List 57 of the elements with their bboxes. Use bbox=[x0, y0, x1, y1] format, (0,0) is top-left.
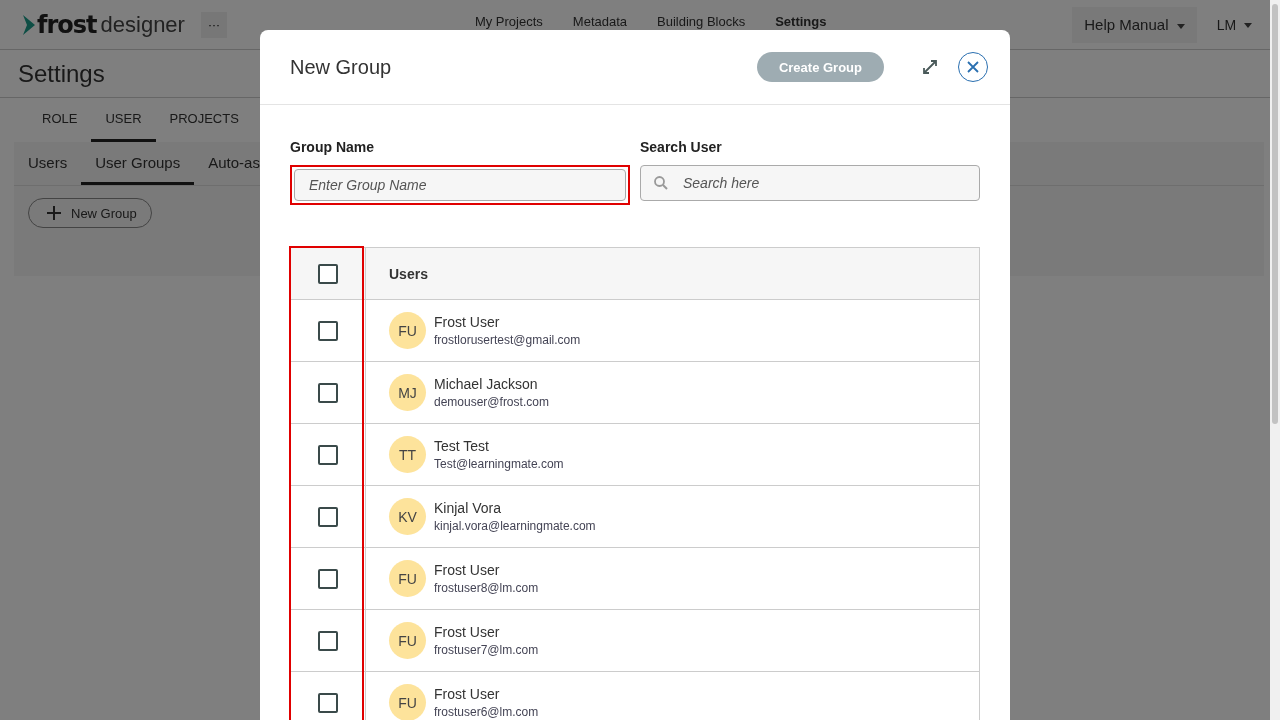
group-name-field[interactable]: Enter Group Name bbox=[294, 169, 626, 201]
avatar: MJ bbox=[389, 374, 426, 411]
user-menu-button[interactable]: LM bbox=[1210, 15, 1258, 34]
scrollbar[interactable] bbox=[1270, 0, 1280, 720]
new-group-button[interactable]: New Group bbox=[28, 198, 152, 228]
user-name: Frost User bbox=[434, 314, 501, 330]
user-email: demouser@frost.com bbox=[434, 395, 549, 409]
avatar: FU bbox=[389, 684, 426, 720]
row-checkbox[interactable] bbox=[318, 692, 338, 713]
user-email: frostuser7@lm.com bbox=[434, 643, 539, 657]
user-email: kinjal.vora@learningmate.com bbox=[434, 519, 596, 533]
user-name: Frost User bbox=[434, 686, 501, 702]
row-checkbox[interactable] bbox=[318, 382, 338, 403]
logo-text: designer bbox=[100, 11, 185, 38]
logo-text: frost bbox=[37, 10, 97, 39]
field-label: Group Name bbox=[290, 139, 375, 155]
row-checkbox[interactable] bbox=[318, 568, 338, 589]
row-checkbox[interactable] bbox=[318, 320, 338, 341]
search-field[interactable]: Search here bbox=[640, 165, 980, 201]
nav-link[interactable]: Metadata bbox=[572, 14, 628, 29]
user-email: Test@learningmate.com bbox=[434, 457, 564, 471]
user-name: Kinjal Vora bbox=[434, 500, 502, 516]
nav-link[interactable]: My Projects bbox=[474, 14, 543, 29]
user-email: frostuser6@lm.com bbox=[434, 705, 539, 719]
select-all-checkbox[interactable] bbox=[318, 263, 338, 284]
sub-tab[interactable]: Users bbox=[14, 142, 82, 185]
tab[interactable]: PROJECTS bbox=[155, 98, 253, 142]
sub-tab[interactable]: User Groups bbox=[81, 142, 195, 185]
page-title: Settings bbox=[18, 59, 105, 88]
search-icon bbox=[653, 175, 669, 191]
expand-icon[interactable] bbox=[922, 59, 938, 75]
more-button[interactable]: ··· bbox=[200, 11, 227, 38]
plus-icon bbox=[47, 206, 61, 220]
user-name: Frost User bbox=[434, 624, 501, 640]
avatar: FU bbox=[389, 560, 426, 597]
row-checkbox[interactable] bbox=[318, 630, 338, 651]
avatar: FU bbox=[389, 312, 426, 349]
help-menu-button[interactable]: Help Manual bbox=[1072, 6, 1197, 43]
user-name: Test Test bbox=[434, 438, 490, 454]
avatar: KV bbox=[389, 498, 426, 535]
row-checkbox[interactable] bbox=[318, 506, 338, 527]
close-button[interactable] bbox=[958, 52, 988, 82]
column-header: Users bbox=[389, 265, 428, 282]
row-checkbox[interactable] bbox=[318, 444, 338, 465]
dialog-title: New Group bbox=[290, 55, 392, 79]
tab[interactable]: ROLE bbox=[28, 98, 92, 142]
user-email: frostlorusertest@gmail.com bbox=[434, 333, 581, 347]
user-name: Frost User bbox=[434, 562, 501, 578]
user-email: frostuser8@lm.com bbox=[434, 581, 539, 595]
close-icon bbox=[967, 61, 979, 73]
field-label: Search User bbox=[640, 139, 723, 155]
avatar: TT bbox=[389, 436, 426, 473]
avatar: FU bbox=[389, 622, 426, 659]
nav-link[interactable]: Settings bbox=[775, 14, 827, 29]
user-name: Michael Jackson bbox=[434, 376, 539, 392]
nav-link[interactable]: Building Blocks bbox=[657, 14, 746, 29]
chevron-logo-icon bbox=[22, 13, 36, 36]
